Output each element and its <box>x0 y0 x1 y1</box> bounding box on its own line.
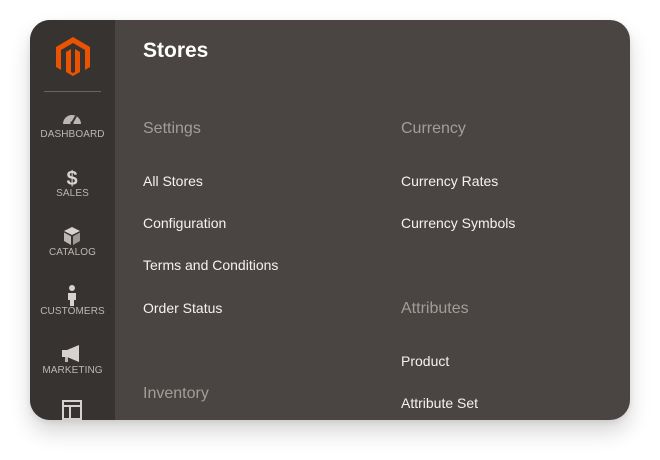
sidebar-divider <box>44 91 101 92</box>
speedometer-icon <box>63 115 81 125</box>
sidebar-item-content[interactable] <box>30 400 115 420</box>
content-icon <box>62 400 82 420</box>
sidebar-item-customers[interactable]: CUSTOMERS <box>30 284 115 334</box>
megaphone-icon <box>62 345 79 362</box>
attributes-group-title: Attributes <box>401 300 469 317</box>
configuration-link[interactable]: Configuration <box>143 215 226 231</box>
settings-group-title: Settings <box>143 120 201 137</box>
sidebar-item-label: MARKETING <box>42 365 103 376</box>
magento-logo-icon[interactable] <box>54 36 92 76</box>
sidebar-item-catalog[interactable]: CATALOG <box>30 225 115 275</box>
sidebar-item-label: SALES <box>56 188 89 199</box>
person-icon <box>68 285 76 306</box>
terms-and-conditions-link[interactable]: Terms and Conditions <box>143 257 278 273</box>
dollar-icon: $ <box>66 168 77 188</box>
panel-title: Stores <box>143 39 209 62</box>
sidebar-item-dashboard[interactable]: DASHBOARD <box>30 107 115 157</box>
stores-flyout-panel: Stores Settings All Stores Configuration… <box>115 20 630 420</box>
sidebar-item-label: CATALOG <box>48 247 96 258</box>
inventory-group-title: Inventory <box>143 385 209 402</box>
order-status-link[interactable]: Order Status <box>143 300 222 316</box>
attribute-set-link[interactable]: Attribute Set <box>401 395 478 411</box>
sidebar: DASHBOARD $ SALES CATALOG CUSTOMERS MARK… <box>30 20 115 420</box>
all-stores-link[interactable]: All Stores <box>143 173 203 189</box>
product-link[interactable]: Product <box>401 353 449 369</box>
sidebar-item-label: DASHBOARD <box>40 129 105 140</box>
sidebar-item-sales[interactable]: $ SALES <box>30 166 115 216</box>
sidebar-item-marketing[interactable]: MARKETING <box>30 343 115 393</box>
cube-icon <box>64 227 80 245</box>
admin-window: DASHBOARD $ SALES CATALOG CUSTOMERS MARK… <box>30 20 630 420</box>
currency-group-title: Currency <box>401 120 466 137</box>
sidebar-item-label: CUSTOMERS <box>40 306 105 317</box>
currency-symbols-link[interactable]: Currency Symbols <box>401 215 515 231</box>
currency-rates-link[interactable]: Currency Rates <box>401 173 498 189</box>
svg-text:$: $ <box>66 168 77 188</box>
